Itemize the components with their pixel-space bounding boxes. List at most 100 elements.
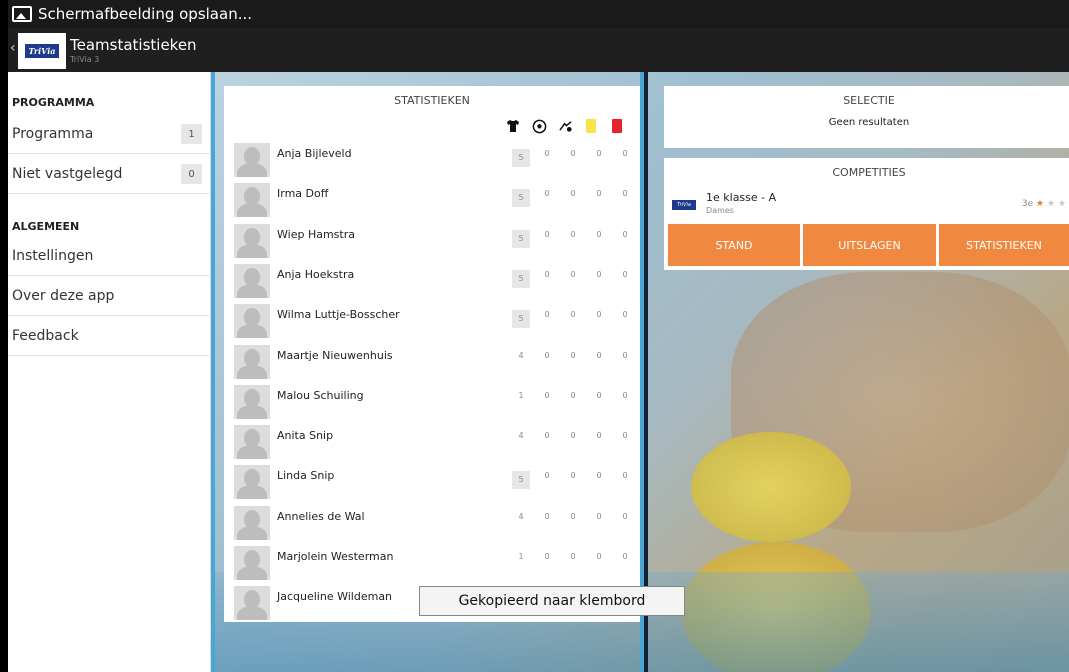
stat-value: 0 [544,350,550,360]
stat-value: 0 [544,511,550,521]
avatar [234,546,270,580]
stat-value: 0 [570,390,576,400]
player-name: Annelies de Wal [277,509,365,523]
stat-value: 0 [596,189,602,199]
toast-message: Gekopieerd naar klembord [419,586,685,616]
sidebar-item-instellingen[interactable]: Instellingen [8,236,210,276]
sidebar-item-programma[interactable]: Programma 1 [8,114,210,154]
sidebar-item-label: Over deze app [12,287,115,304]
stat-value: 0 [544,229,550,239]
rank-label: 3e [1021,199,1034,209]
statistieken-button[interactable]: STATISTIEKEN [939,224,1069,266]
player-name: Linda Snip [277,469,335,483]
shirt-icon [500,116,526,136]
table-row[interactable]: Anja Bijleveld 5 0 0 0 0 [224,139,640,179]
stat-value: 0 [570,269,576,279]
selectie-empty-text: Geen resultaten [828,117,910,128]
selectie-card: SELECTIE Geen resultaten [664,86,1069,148]
page-subtitle: TriVia 3 [70,55,100,64]
stat-value: 1 [518,552,524,561]
stat-value: 0 [544,269,550,279]
sidebar-item-niet-vastgelegd[interactable]: Niet vastgelegd 0 [8,154,210,194]
stand-button[interactable]: STAND [668,224,800,266]
avatar [234,384,270,419]
player-stats: 5 0 0 0 0 [508,189,638,208]
stat-value: 0 [622,350,628,360]
sidebar-item-label: Programma [12,125,94,142]
stat-value: 0 [622,269,628,279]
screenshot-icon [12,6,32,22]
competition-rank: 3e ★ ★ ★ [1022,199,1066,209]
player-name: Marjolein Westerman [277,550,394,563]
stat-value: 4 [518,511,524,521]
status-bar: Schermafbeelding opslaan... [8,0,1069,28]
count-badge: 1 [181,124,202,144]
player-name: Irma Doff [277,187,329,201]
player-stats: 4 0 0 0 0 [508,512,638,521]
stat-value: 0 [544,552,550,561]
star-empty-icon[interactable]: ★ [1058,199,1066,209]
stat-value: 0 [622,310,628,320]
sidebar-header-algemeen: ALGEMEEN [12,220,80,233]
player-name: Jacqueline Wildeman [277,590,393,604]
stat-value: 0 [596,511,602,521]
stat-value: 5 [512,189,530,208]
avatar [234,183,270,218]
player-stats: 5 0 0 0 0 [508,149,638,167]
player-name: Anja Hoekstra [277,267,355,281]
stat-value: 0 [544,189,550,199]
stat-value: 0 [544,471,550,481]
table-row[interactable]: Anja Hoekstra 5 0 0 0 0 [224,260,640,300]
sidebar-item-over-deze-app[interactable]: Over deze app [8,276,210,316]
stats-title: STATISTIEKEN [394,94,470,107]
sidebar-item-feedback[interactable]: Feedback [8,316,210,356]
stat-icons-header [500,116,630,136]
app-logo[interactable]: TriVia [18,33,66,69]
player-stats: 5 0 0 0 0 [508,310,638,329]
stat-value: 4 [518,350,524,360]
table-row[interactable]: Maartje Nieuwenhuis 4 0 0 0 0 [224,341,640,381]
table-row[interactable]: Marjolein Westerman 1 0 0 0 0 [224,542,640,582]
table-row[interactable]: Linda Snip 5 0 0 0 0 [224,461,640,501]
yellow-card-icon [578,116,604,136]
star-filled-icon[interactable]: ★ [1036,199,1044,209]
stats-card: STATISTIEKEN Anja Bijleveld 5 0 0 0 0 Irma Dof… [224,86,640,622]
table-row[interactable]: Anita Snip 4 0 0 0 0 [224,421,640,461]
stat-value: 0 [622,189,628,199]
stat-value: 5 [512,471,530,490]
player-stats: 4 0 0 0 0 [508,351,638,360]
sidebar-header-programma: PROGRAMMA [12,96,95,109]
table-row[interactable]: Malou Schuiling 1 0 0 0 0 [224,381,640,421]
competition-name[interactable]: 1e klasse - A [706,191,776,204]
avatar [234,344,270,379]
page-title: Teamstatistieken [70,36,197,54]
table-row[interactable]: Wiep Hamstra 5 0 0 0 0 [224,220,640,260]
player-stats: 1 0 0 0 0 [508,552,638,561]
table-row[interactable]: Irma Doff 5 0 0 0 0 [224,179,640,219]
stat-value: 5 [512,310,530,329]
table-row[interactable]: Annelies de Wal 4 0 0 0 0 [224,502,640,542]
competities-card: COMPETITIES TriVia 1e klasse - A Dames 3… [664,158,1069,270]
app-frame: Schermafbeelding opslaan... ‹ TriVia Tea… [8,0,1069,672]
sidebar: PROGRAMMA Programma 1 Niet vastgelegd 0 … [8,72,211,672]
avatar [234,425,270,460]
action-bar: ‹ TriVia Teamstatistieken TriVia 3 [8,28,1069,72]
stat-value: 0 [596,431,602,441]
stat-value: 0 [596,269,602,279]
stat-value: 0 [544,310,550,320]
stat-value: 0 [622,511,628,521]
stat-value: 0 [596,310,602,320]
back-icon[interactable]: ‹ [10,40,16,56]
stat-value: 0 [570,350,576,360]
divider [644,72,648,672]
uitslagen-button[interactable]: UITSLAGEN [803,224,936,266]
stat-value: 5 [512,229,530,248]
star-empty-icon[interactable]: ★ [1047,199,1055,209]
stat-value: 0 [570,229,576,239]
stat-value: 0 [544,431,550,441]
sidebar-item-label: Instellingen [12,247,94,264]
table-row[interactable]: Wilma Luttje-Bosscher 5 0 0 0 0 [224,300,640,340]
logo-text: TriVia [24,44,60,58]
player-stats: 5 0 0 0 0 [508,471,638,490]
avatar [234,465,270,500]
